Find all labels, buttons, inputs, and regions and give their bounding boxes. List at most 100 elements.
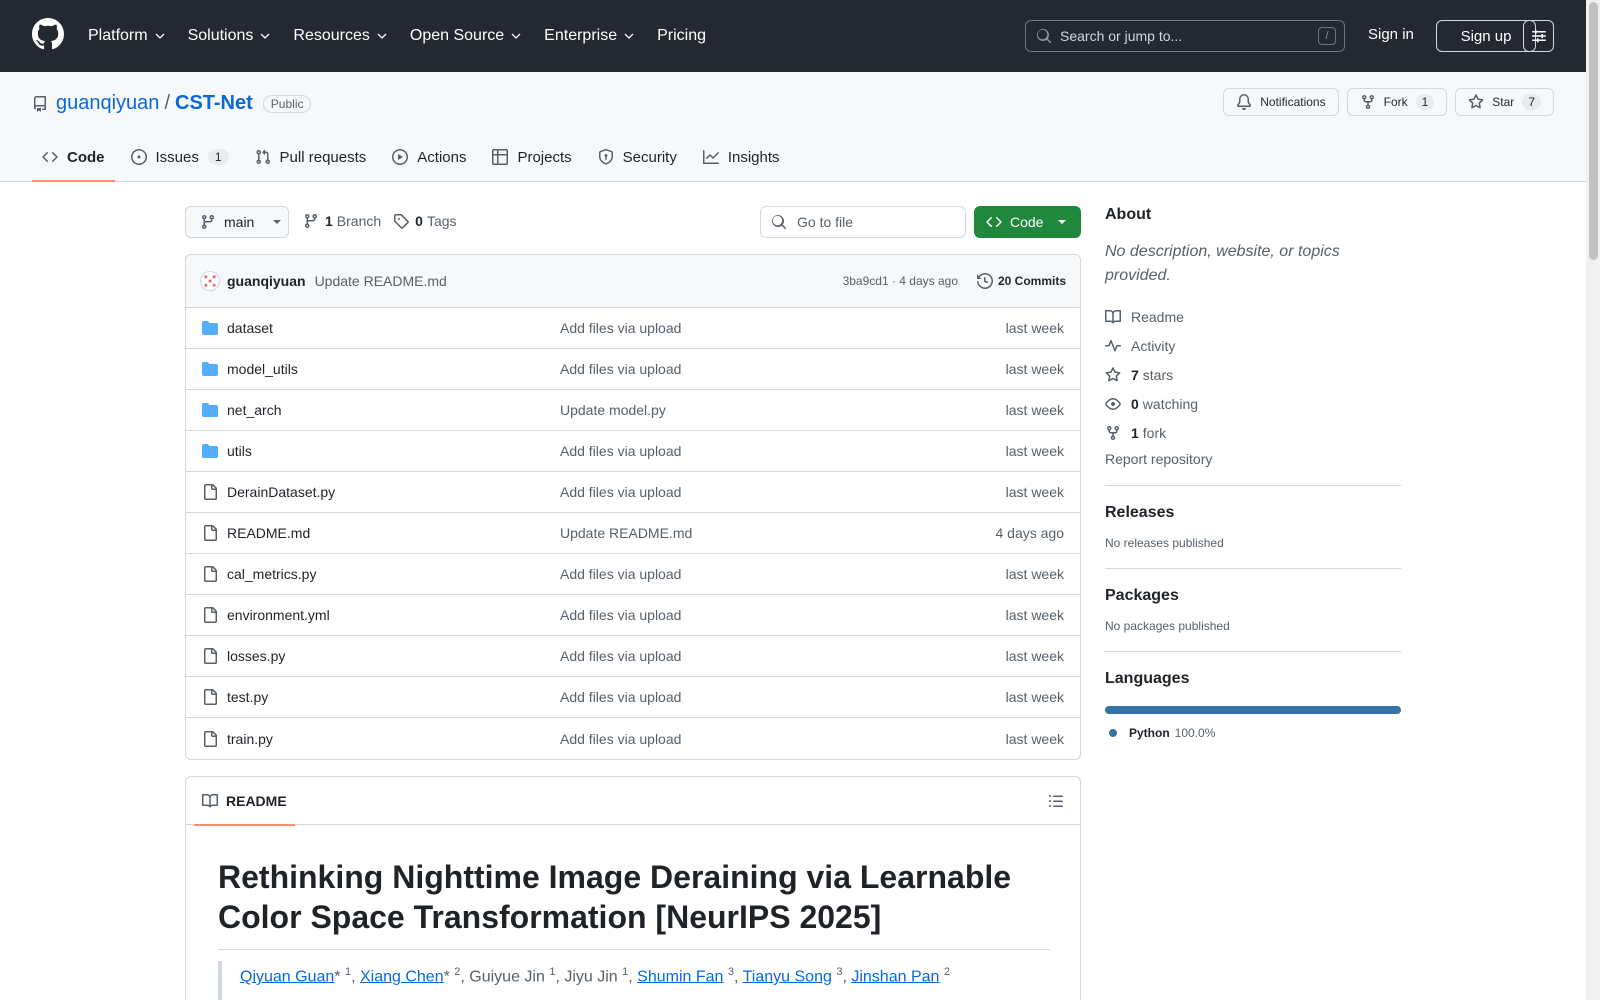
menu-toggle-button[interactable] xyxy=(1523,20,1554,52)
github-logo-icon[interactable] xyxy=(32,18,64,50)
commit-message-link[interactable]: Update README.md xyxy=(315,273,447,289)
tab-projects[interactable]: Projects xyxy=(482,133,581,181)
branch-icon xyxy=(304,214,317,229)
search-icon xyxy=(1037,29,1052,44)
file-commit-message-link[interactable]: Update README.md xyxy=(560,525,692,541)
go-to-file-placeholder: Go to file xyxy=(797,214,854,230)
global-nav-item-open-source[interactable]: Open Source xyxy=(410,27,522,45)
branch-count-label[interactable]: Branch xyxy=(337,213,381,229)
watching-link[interactable]: 0 watching xyxy=(1105,389,1401,418)
branch-icon xyxy=(201,215,214,230)
commits-history-link[interactable]: 20 Commits xyxy=(976,273,1066,289)
file-row[interactable]: net_arch Update model.py last week xyxy=(186,390,1080,431)
avatar[interactable] xyxy=(200,271,220,291)
fork-count: 1 xyxy=(1415,94,1435,110)
global-nav-item-platform[interactable]: Platform xyxy=(88,27,166,45)
file-name-link[interactable]: test.py xyxy=(227,689,268,705)
file-row[interactable]: README.md Update README.md 4 days ago xyxy=(186,513,1080,554)
file-commit-message-link[interactable]: Add files via upload xyxy=(560,648,681,664)
file-commit-time: last week xyxy=(1005,566,1064,582)
tab-security[interactable]: Security xyxy=(588,133,687,181)
author-link[interactable]: Qiyuan Guan xyxy=(240,968,334,985)
author-link[interactable]: Shumin Fan xyxy=(637,968,723,985)
code-dropdown-button[interactable]: Code xyxy=(974,206,1081,238)
notifications-button[interactable]: Notifications xyxy=(1223,88,1339,116)
tab-pull-requests[interactable]: Pull requests xyxy=(245,133,377,181)
list-unordered-icon[interactable] xyxy=(1048,793,1064,809)
caret-down-icon xyxy=(273,220,282,224)
global-nav-item-enterprise[interactable]: Enterprise xyxy=(544,27,635,45)
folder-name-link[interactable]: dataset xyxy=(227,320,273,336)
file-commit-message-link[interactable]: Update model.py xyxy=(560,402,666,418)
file-commit-message-link[interactable]: Add files via upload xyxy=(560,689,681,705)
global-nav-item-resources[interactable]: Resources xyxy=(293,27,387,45)
language-bar xyxy=(1105,706,1401,714)
releases-heading[interactable]: Releases xyxy=(1105,504,1401,522)
graph-icon xyxy=(702,150,719,164)
file-commit-message-link[interactable]: Add files via upload xyxy=(560,361,681,377)
tag-count-label[interactable]: Tags xyxy=(427,213,457,229)
tab-issues[interactable]: Issues 1 xyxy=(121,133,239,181)
tab-code[interactable]: Code xyxy=(32,133,115,182)
folder-name-link[interactable]: model_utils xyxy=(227,361,298,377)
tab-label: Security xyxy=(622,148,677,166)
file-row[interactable]: test.py Add files via upload last week xyxy=(186,677,1080,718)
global-search-input[interactable]: Search or jump to... / xyxy=(1025,20,1345,52)
file-row[interactable]: utils Add files via upload last week xyxy=(186,431,1080,472)
star-button[interactable]: Star 7 xyxy=(1455,88,1554,116)
file-row[interactable]: DerainDataset.py Add files via upload last… xyxy=(186,472,1080,513)
file-commit-message-link[interactable]: Add files via upload xyxy=(560,443,681,459)
folder-name-link[interactable]: net_arch xyxy=(227,402,281,418)
fork-button[interactable]: Fork 1 xyxy=(1346,88,1448,116)
file-commit-message-link[interactable]: Add files via upload xyxy=(560,607,681,623)
file-commit-message-link[interactable]: Add files via upload xyxy=(560,731,681,747)
file-name-link[interactable]: environment.yml xyxy=(227,607,330,623)
sign-up-button[interactable]: Sign up xyxy=(1436,20,1536,52)
file-commit-message-link[interactable]: Add files via upload xyxy=(560,484,681,500)
file-name-link[interactable]: losses.py xyxy=(227,648,285,664)
report-repository-link[interactable]: Report repository xyxy=(1105,451,1401,467)
tag-count[interactable]: 0 xyxy=(415,213,423,229)
commit-meta[interactable]: 3ba9cd1 · 4 days ago xyxy=(843,274,958,288)
stars-link[interactable]: 7 stars xyxy=(1105,360,1401,389)
file-commit-time: last week xyxy=(1005,484,1064,500)
file-name-link[interactable]: DerainDataset.py xyxy=(227,484,335,500)
global-nav-item-pricing[interactable]: Pricing xyxy=(657,27,706,45)
readme-link[interactable]: Readme xyxy=(1105,302,1401,331)
author-link[interactable]: Xiang Chen xyxy=(360,968,444,985)
file-row[interactable]: losses.py Add files via upload last week xyxy=(186,636,1080,677)
commit-author-link[interactable]: guanqiyuan xyxy=(227,273,306,289)
file-name-link[interactable]: train.py xyxy=(227,731,273,747)
global-nav-item-solutions[interactable]: Solutions xyxy=(188,27,272,45)
repo-name-link[interactable]: CST-Net xyxy=(175,92,253,115)
activity-link[interactable]: Activity xyxy=(1105,331,1401,360)
file-row[interactable]: model_utils Add files via upload last week xyxy=(186,349,1080,390)
repo-owner-link[interactable]: guanqiyuan xyxy=(56,92,159,115)
author-link[interactable]: Jinshan Pan xyxy=(851,968,939,985)
branch-selector-button[interactable]: main xyxy=(185,206,289,238)
author-mark: * xyxy=(334,968,345,986)
branch-count[interactable]: 1 xyxy=(325,213,333,229)
sign-in-link[interactable]: Sign in xyxy=(1368,26,1414,43)
go-to-file-input[interactable]: Go to file xyxy=(760,206,966,238)
fork-icon xyxy=(1107,425,1119,440)
tab-insights[interactable]: Insights xyxy=(693,133,790,181)
forks-link[interactable]: 1 fork xyxy=(1105,418,1401,447)
file-row[interactable]: cal_metrics.py Add files via upload last w… xyxy=(186,554,1080,595)
file-row[interactable]: train.py Add files via upload last week xyxy=(186,718,1080,759)
pulse-icon xyxy=(1105,339,1121,351)
readme-tab[interactable]: README xyxy=(194,777,295,826)
visibility-badge: Public xyxy=(262,94,312,113)
author-link[interactable]: Tianyu Song xyxy=(743,968,832,985)
language-item[interactable]: Python 100.0% xyxy=(1105,726,1401,740)
folder-name-link[interactable]: utils xyxy=(227,443,252,459)
file-row[interactable]: dataset Add files via upload last week xyxy=(186,308,1080,349)
file-name-link[interactable]: README.md xyxy=(227,525,310,541)
file-commit-message-link[interactable]: Add files via upload xyxy=(560,320,681,336)
file-name-link[interactable]: cal_metrics.py xyxy=(227,566,316,582)
tab-actions[interactable]: Actions xyxy=(382,133,476,181)
file-commit-message-link[interactable]: Add files via upload xyxy=(560,566,681,582)
file-row[interactable]: environment.yml Add files via upload last … xyxy=(186,595,1080,636)
packages-heading[interactable]: Packages xyxy=(1105,587,1401,605)
page-scrollbar-thumb[interactable] xyxy=(1589,2,1598,260)
